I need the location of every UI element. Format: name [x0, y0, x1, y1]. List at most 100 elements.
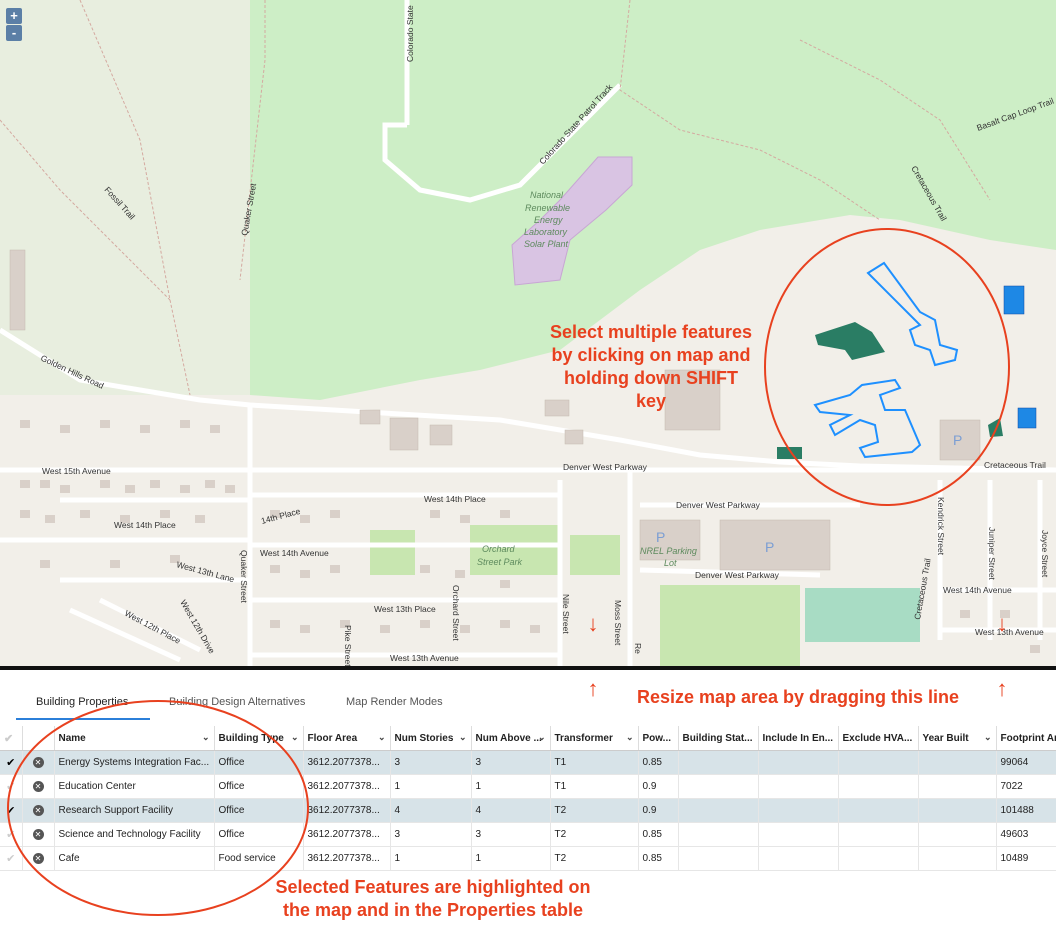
tab-render-modes[interactable]: Map Render Modes: [346, 696, 443, 708]
cell-transformer: T2: [550, 822, 639, 847]
table-row[interactable]: ✔ ✕ Cafe Food service 3612.2077378... 1 1 T2 0.8…: [0, 846, 1056, 871]
table-row[interactable]: ✔ ✕ Education Center Office 3612.2077378... 1…: [0, 774, 1056, 799]
cell-name: Energy Systems Integration Fac...: [54, 750, 215, 775]
column-header[interactable]: Year Built ⌄: [918, 726, 997, 751]
cell-building-type: Office: [214, 798, 304, 823]
column-header[interactable]: Building Stat...: [678, 726, 759, 751]
row-checkbox[interactable]: ✔: [0, 750, 23, 775]
table-row[interactable]: ✔ ✕ Energy Systems Integration Fac... Offic…: [0, 750, 1056, 775]
cell-footprint: 49603: [996, 822, 1056, 847]
remove-icon[interactable]: ✕: [32, 757, 44, 768]
cell-power: 0.85: [638, 846, 679, 871]
map-label-re: Re: [633, 643, 643, 654]
selected-annotation-line2: the map and in the Properties table: [282, 900, 584, 920]
properties-table: ✔ Name ⌄ Building Type ⌄ Floor Area ⌄ Num S…: [0, 726, 1056, 871]
remove-icon[interactable]: ✕: [32, 829, 44, 840]
zoom-in-button[interactable]: +: [6, 8, 22, 24]
down-arrow-icon: ↓: [587, 611, 599, 636]
cell-power: 0.85: [638, 822, 679, 847]
remove-icon[interactable]: ✕: [32, 781, 44, 792]
cell-floor-area: 3612.2077378...: [303, 798, 391, 823]
check-icon: ✔: [4, 732, 14, 745]
map-canvas[interactable]: Colorado State Colorado State Patrol Tra…: [0, 0, 1056, 666]
cell-building-type: Office: [214, 774, 304, 799]
map-label-nrel-4: Laboratory: [524, 227, 568, 237]
remove-icon[interactable]: ✕: [32, 805, 44, 816]
column-header[interactable]: Num Stories ⌄: [390, 726, 472, 751]
cell-power: 0.85: [638, 750, 679, 775]
active-tab-indicator: [16, 718, 150, 720]
table-header-row: ✔ Name ⌄ Building Type ⌄ Floor Area ⌄ Num S…: [0, 726, 1056, 751]
cell-num-above: 1: [471, 774, 551, 799]
column-header[interactable]: Building Type ⌄: [214, 726, 304, 751]
cell-include: [758, 750, 839, 775]
column-header[interactable]: Floor Area ⌄: [303, 726, 391, 751]
map-view[interactable]: Colorado State Colorado State Patrol Tra…: [0, 0, 1056, 666]
cell-power: 0.9: [638, 774, 679, 799]
column-header[interactable]: Transformer ⌄: [550, 726, 639, 751]
tab-design-alternatives[interactable]: Building Design Alternatives: [169, 696, 305, 708]
cell-year-built: [918, 798, 997, 823]
column-header[interactable]: Exclude HVA...: [838, 726, 919, 751]
cell-floor-area: 3612.2077378...: [303, 846, 391, 871]
cell-year-built: [918, 822, 997, 847]
select-annotation-line4: key: [635, 391, 667, 411]
column-header[interactable]: Pow...: [638, 726, 679, 751]
map-label-colorado-state: Colorado State: [405, 5, 415, 62]
cell-num-above: 1: [471, 846, 551, 871]
zoom-out-button[interactable]: -: [6, 25, 22, 41]
row-checkbox[interactable]: ✔: [0, 798, 23, 823]
map-label-parking-1: P: [765, 539, 774, 555]
cell-floor-area: 3612.2077378...: [303, 774, 391, 799]
cell-transformer: T2: [550, 798, 639, 823]
sort-icon: ⌄: [290, 732, 299, 742]
cell-exclude-hvac: [838, 822, 919, 847]
cell-include: [758, 798, 839, 823]
row-checkbox[interactable]: ✔: [0, 822, 23, 847]
map-label-west-13th-place: West 13th Place: [374, 604, 436, 614]
cell-num-stories: 1: [390, 846, 472, 871]
remove-cell[interactable]: ✕: [22, 798, 55, 823]
cell-name: Science and Technology Facility: [54, 822, 215, 847]
map-label-nrel-2: Renewable: [525, 203, 570, 213]
cell-building-type: Food service: [214, 846, 304, 871]
map-label-cretaceous-trail-2: Cretaceous Trail: [984, 460, 1046, 470]
column-header[interactable]: Footprint Ar: [996, 726, 1056, 751]
cell-name: Education Center: [54, 774, 215, 799]
remove-cell[interactable]: ✕: [22, 846, 55, 871]
table-row[interactable]: ✔ ✕ Science and Technology Facility Office 3…: [0, 822, 1056, 847]
select-annotation: Select multiple features by clicking on …: [535, 321, 767, 413]
map-label-nrel-5: Solar Plant: [524, 239, 569, 249]
cell-exclude-hvac: [838, 846, 919, 871]
sort-icon: ⌄: [377, 732, 386, 742]
cell-num-above: 3: [471, 822, 551, 847]
map-label-west-14th-avenue-2: West 14th Avenue: [943, 585, 1012, 595]
sort-icon: ⌄: [983, 732, 992, 742]
map-label-west-14th-place: West 14th Place: [424, 494, 486, 504]
remove-icon[interactable]: ✕: [32, 853, 44, 864]
cell-year-built: [918, 846, 997, 871]
column-header[interactable]: Name ⌄: [54, 726, 215, 751]
remove-cell[interactable]: ✕: [22, 822, 55, 847]
cell-exclude-hvac: [838, 750, 919, 775]
down-arrow-icon: ↓: [996, 611, 1008, 636]
cell-transformer: T2: [550, 846, 639, 871]
cell-name: Cafe: [54, 846, 215, 871]
cell-transformer: T1: [550, 774, 639, 799]
cell-footprint: 99064: [996, 750, 1056, 775]
tab-building-properties[interactable]: Building Properties: [36, 696, 128, 708]
column-header[interactable]: Include In En...: [758, 726, 839, 751]
row-checkbox[interactable]: ✔: [0, 846, 23, 871]
select-all-checkbox[interactable]: ✔: [0, 726, 23, 751]
table-row[interactable]: ✔ ✕ Research Support Facility Office 3612.20…: [0, 798, 1056, 823]
map-label-west-14th-place-2: West 14th Place: [114, 520, 176, 530]
cell-building-type: Office: [214, 750, 304, 775]
remove-cell[interactable]: ✕: [22, 774, 55, 799]
remove-cell[interactable]: ✕: [22, 750, 55, 775]
column-header[interactable]: Num Above ... ⌄: [471, 726, 551, 751]
cell-floor-area: 3612.2077378...: [303, 822, 391, 847]
row-checkbox[interactable]: ✔: [0, 774, 23, 799]
map-label-parking-3: P: [656, 529, 665, 545]
map-label-orchard-1: Orchard: [482, 544, 516, 554]
select-annotation-line1: Select multiple features: [549, 322, 753, 342]
